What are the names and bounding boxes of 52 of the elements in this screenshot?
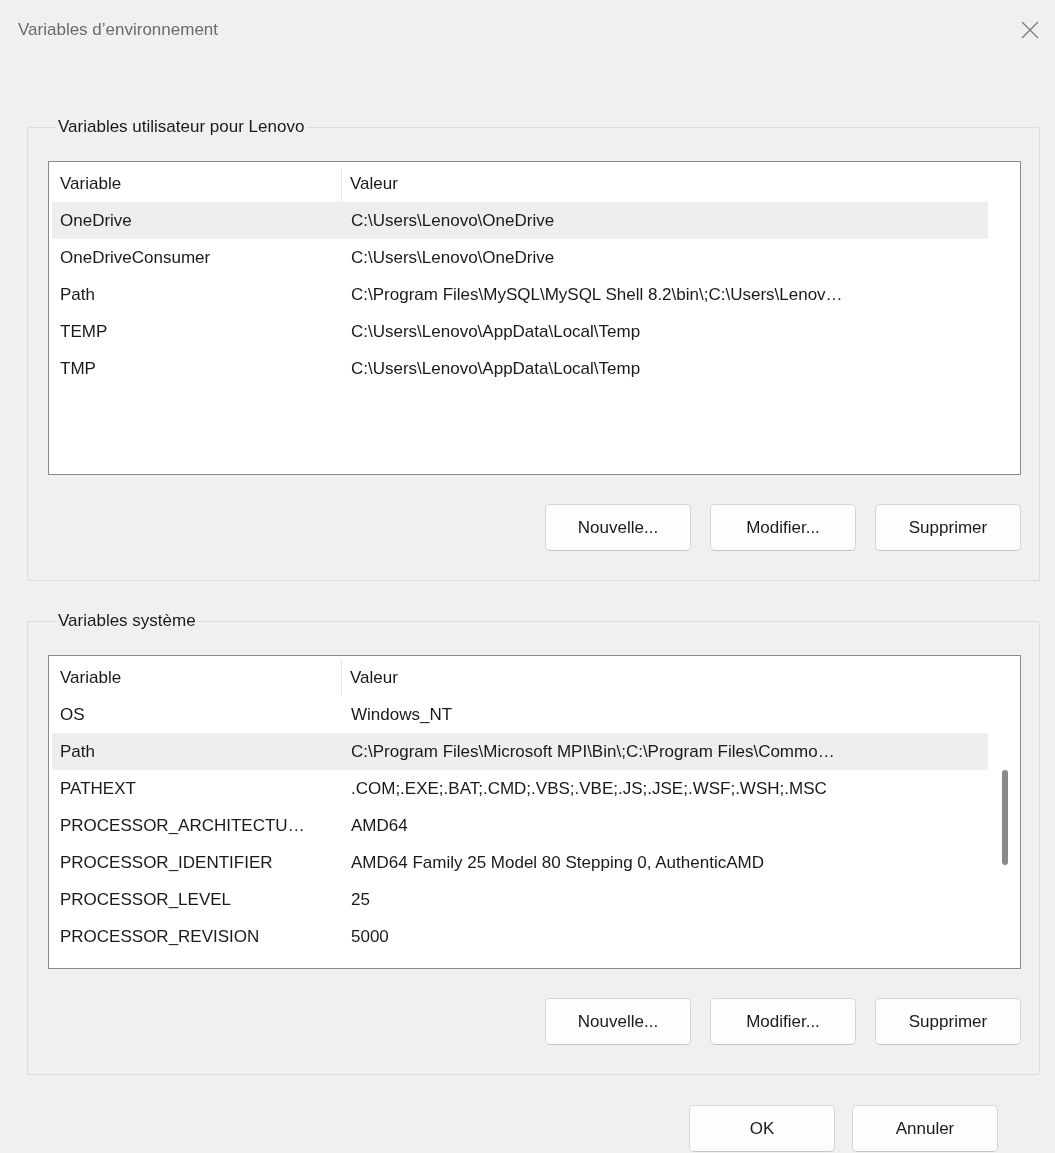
list-row[interactable]: PROCESSOR_IDENTIFIER AMD64 Family 25 Model 80 Stepping 0, AuthenticAMD [52, 844, 988, 881]
table-cell-text: Windows_NT [350, 704, 454, 725]
list-row[interactable]: PROCESSOR_ARCHITECTU… AMD64 [52, 807, 988, 844]
column-header[interactable]: Valeur [342, 660, 988, 696]
table-cell-text: PROCESSOR_IDENTIFIER [59, 852, 274, 873]
edit-button[interactable]: Modifier... [710, 998, 856, 1045]
edit-button[interactable]: Modifier... [710, 504, 856, 551]
scrollbar-thumb[interactable] [1002, 770, 1008, 865]
list-row[interactable]: TMP C:\Users\Lenovo\AppData\Local\Temp [52, 350, 988, 387]
table-cell-text: C:\Program Files\MySQL\MySQL Shell 8.2\bin\;C:\Users\Lenov… [350, 284, 844, 305]
list-row[interactable]: Path C:\Program Files\Microsoft MPI\Bin\;C:\Program Files\Commo… [52, 733, 988, 770]
group-title: Variables utilisateur pour Lenovo [57, 117, 306, 137]
table-cell-text: Path [59, 284, 96, 305]
table-cell-text: C:\Users\Lenovo\OneDrive [350, 210, 556, 231]
close-icon[interactable] [1021, 21, 1039, 39]
table-cell-text: OS [59, 704, 86, 725]
table-cell-text: OneDrive [59, 210, 133, 231]
window-title: Variables d’environnement [18, 20, 219, 40]
table-cell-text: AMD64 [350, 815, 409, 836]
column-header[interactable]: Valeur [342, 166, 988, 202]
list-row[interactable]: PROCESSOR_REVISION 5000 [52, 918, 988, 955]
list-row[interactable]: PATHEXT .COM;.EXE;.BAT;.CMD;.VBS;.VBE;.JS;.JSE;.WSF;.WSH;.MSC [52, 770, 988, 807]
list-row[interactable]: TEMP C:\Users\Lenovo\AppData\Local\Temp [52, 313, 988, 350]
table-cell-text: AMD64 Family 25 Model 80 Stepping 0, AuthenticAMD [350, 852, 765, 873]
table-cell-text: PATHEXT [59, 778, 137, 799]
list-row[interactable]: OneDriveConsumer C:\Users\Lenovo\OneDrive [52, 239, 988, 276]
cancel-button[interactable]: Annuler [852, 1105, 998, 1152]
delete-button[interactable]: Supprimer [875, 504, 1021, 551]
table-cell-text: OneDriveConsumer [59, 247, 212, 268]
table-cell-text: PROCESSOR_ARCHITECTU… [59, 815, 306, 836]
table-cell-text: 5000 [350, 926, 390, 947]
table-cell-text: TEMP [59, 321, 109, 342]
new-button[interactable]: Nouvelle... [545, 504, 691, 551]
table-cell-text: Path [59, 741, 96, 762]
list-row[interactable]: PROCESSOR_LEVEL 25 [52, 881, 988, 918]
table-cell-text: .COM;.EXE;.BAT;.CMD;.VBS;.VBE;.JS;.JSE;.WSF;.WSH;.MSC [350, 778, 828, 799]
list-row[interactable]: Path C:\Program Files\MySQL\MySQL Shell 8.2\bin\;C:\Users\Lenov… [52, 276, 988, 313]
table-cell-text: 25 [350, 889, 371, 910]
column-header[interactable]: Variable [52, 660, 342, 696]
table-cell-text: PROCESSOR_LEVEL [59, 889, 232, 910]
ok-button[interactable]: OK [689, 1105, 835, 1152]
group-title: Variables système [57, 611, 197, 631]
table-cell-text: PROCESSOR_REVISION [59, 926, 261, 947]
delete-button[interactable]: Supprimer [875, 998, 1021, 1045]
table-cell-text: C:\Users\Lenovo\AppData\Local\Temp [350, 358, 642, 379]
list-row[interactable]: OneDrive C:\Users\Lenovo\OneDrive [52, 202, 988, 239]
table-cell-text: C:\Users\Lenovo\AppData\Local\Temp [350, 321, 642, 342]
new-button[interactable]: Nouvelle... [545, 998, 691, 1045]
table-cell-text: C:\Program Files\Microsoft MPI\Bin\;C:\Program Files\Commo… [350, 741, 836, 762]
list-row[interactable]: OS Windows_NT [52, 696, 988, 733]
table-cell-text: TMP [59, 358, 97, 379]
table-cell-text: C:\Users\Lenovo\OneDrive [350, 247, 556, 268]
